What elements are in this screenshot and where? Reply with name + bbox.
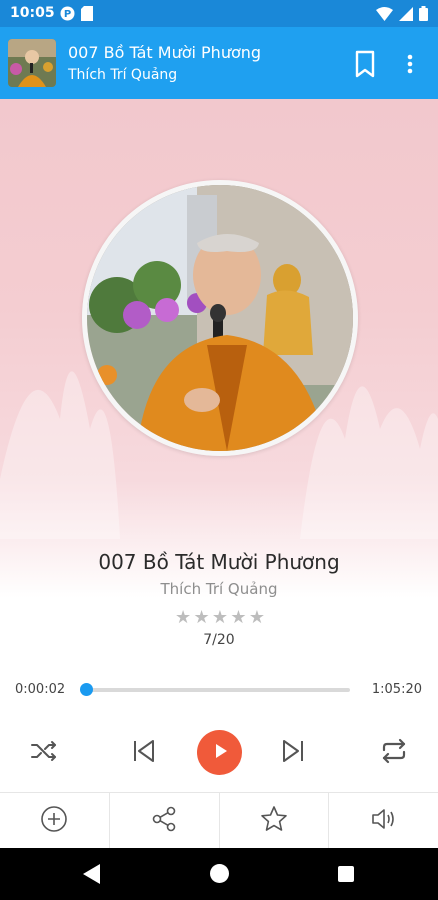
seek-bar[interactable] <box>80 683 350 696</box>
star-icon[interactable]: ★ <box>193 608 209 628</box>
battery-icon <box>419 6 428 25</box>
next-icon <box>279 737 307 769</box>
star-icon[interactable]: ★ <box>230 608 246 628</box>
time-total: 1:05:20 <box>371 682 422 697</box>
status-time: 10:05 <box>10 5 55 21</box>
bottom-action-bar <box>0 792 438 848</box>
app-bar-title: 007 Bồ Tát Mười Phương <box>68 43 262 62</box>
more-options-button[interactable] <box>400 51 420 77</box>
star-icon[interactable]: ★ <box>212 608 228 628</box>
track-position: 7/20 <box>203 632 235 648</box>
time-current: 0:00:02 <box>15 682 66 697</box>
recents-icon[interactable] <box>338 866 354 882</box>
bookmark-button[interactable] <box>352 49 378 79</box>
svg-text:P: P <box>64 9 71 20</box>
add-to-playlist-button[interactable] <box>0 793 110 848</box>
track-artist: Thích Trí Quảng <box>160 580 278 598</box>
more-vert-icon <box>400 54 420 81</box>
repeat-button[interactable] <box>374 733 414 773</box>
play-button[interactable] <box>197 730 242 775</box>
share-icon <box>150 805 178 837</box>
favorite-button[interactable] <box>220 793 330 848</box>
rating-stars[interactable]: ★ ★ ★ ★ ★ <box>175 608 265 628</box>
app-bar: 007 Bồ Tát Mười Phương Thích Trí Quảng <box>0 27 438 99</box>
play-icon <box>210 741 230 765</box>
share-button[interactable] <box>110 793 220 848</box>
volume-button[interactable] <box>329 793 438 848</box>
previous-button[interactable] <box>124 733 164 773</box>
next-button[interactable] <box>273 733 313 773</box>
cover-artwork <box>82 180 358 456</box>
star-outline-icon <box>260 805 288 837</box>
app-bar-subtitle: Thích Trí Quảng <box>68 67 178 83</box>
sd-card-icon <box>81 6 93 25</box>
p-badge-icon: P <box>60 6 75 25</box>
cellular-signal-icon <box>399 6 413 25</box>
shuffle-button[interactable] <box>24 733 64 773</box>
status-bar: 10:05 P <box>0 0 438 27</box>
bookmark-icon <box>352 50 378 83</box>
repeat-icon <box>380 738 408 768</box>
track-title: 007 Bồ Tát Mười Phương <box>98 550 340 574</box>
star-icon[interactable]: ★ <box>249 608 265 628</box>
home-icon[interactable] <box>210 864 229 883</box>
volume-icon <box>370 805 398 837</box>
previous-icon <box>130 737 158 769</box>
shuffle-icon <box>30 739 58 767</box>
back-icon[interactable] <box>83 864 101 888</box>
album-thumbnail[interactable] <box>8 39 56 87</box>
system-nav-bar <box>0 848 438 900</box>
star-icon[interactable]: ★ <box>175 608 191 628</box>
add-circle-icon <box>40 805 68 837</box>
wifi-icon <box>376 6 393 25</box>
